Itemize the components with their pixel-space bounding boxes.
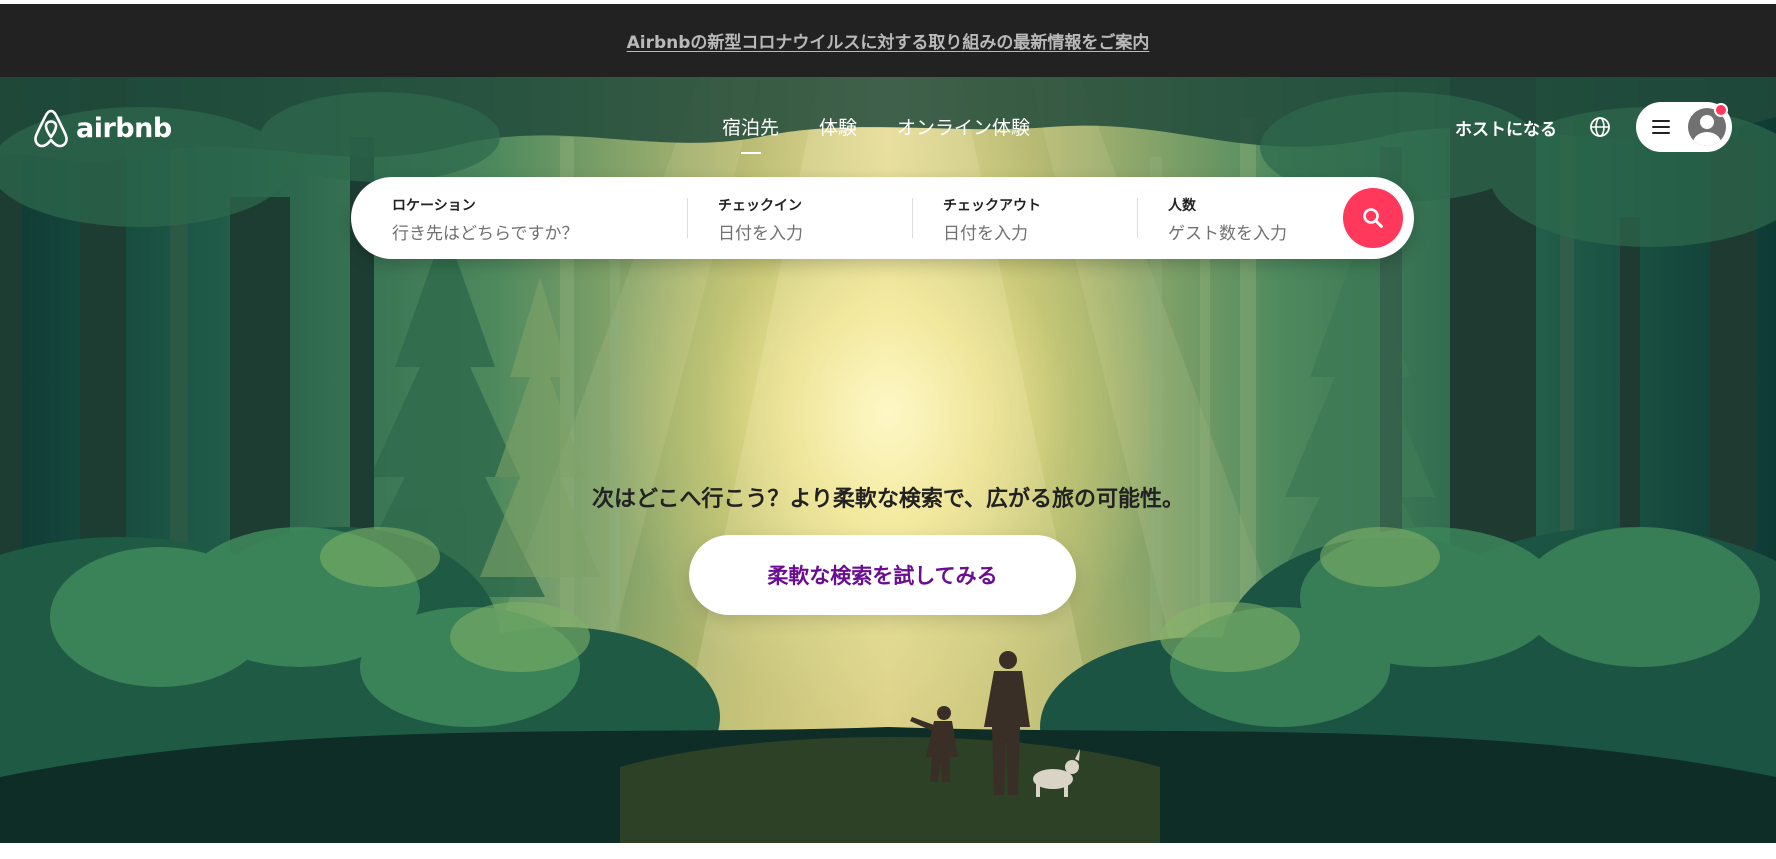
guests-field[interactable]: 人数 ゲスト数を入力	[1138, 177, 1338, 259]
search-button[interactable]	[1343, 188, 1403, 248]
nav-tabs: 宿泊先 体験 オンライン体験	[722, 113, 1030, 154]
tab-stays[interactable]: 宿泊先	[722, 113, 779, 154]
tab-online-experiences[interactable]: オンライン体験	[897, 113, 1030, 140]
covid-info-link[interactable]: Airbnbの新型コロナウイルスに対する取り組みの最新情報をご案内	[627, 28, 1150, 53]
search-bar: ロケーション 行き先はどちらですか？ チェックイン 日付を入力 チェックアウト …	[351, 177, 1414, 259]
covid-banner: Airbnbの新型コロナウイルスに対する取り組みの最新情報をご案内	[0, 0, 1776, 77]
hero-tagline: 次はどこへ行こう？より柔軟な検索で、広がる旅の可能性。	[591, 487, 1185, 512]
notification-dot	[1714, 103, 1728, 117]
airbnb-logo-icon	[34, 109, 68, 148]
guests-placeholder: ゲスト数を入力	[1168, 224, 1287, 244]
checkout-field[interactable]: チェックアウト 日付を入力	[913, 177, 1137, 259]
globe-icon[interactable]	[1589, 116, 1611, 138]
location-placeholder: 行き先はどちらですか？	[392, 224, 579, 244]
flexible-search-button[interactable]: 柔軟な検索を試してみる	[689, 535, 1076, 615]
checkout-label: チェックアウト	[943, 198, 1041, 214]
checkin-field[interactable]: チェックイン 日付を入力	[688, 177, 912, 259]
checkin-label: チェックイン	[718, 198, 802, 214]
tab-experiences[interactable]: 体験	[819, 113, 857, 140]
location-label: ロケーション	[392, 198, 476, 214]
hamburger-icon	[1652, 120, 1670, 134]
hero-section: airbnb 宿泊先 体験 オンライン体験 ホストになる ロケーション 行き先は…	[0, 77, 1776, 843]
checkout-placeholder: 日付を入力	[943, 224, 1028, 244]
logo-text: airbnb	[76, 112, 172, 144]
search-icon	[1363, 208, 1383, 228]
become-host-link[interactable]: ホストになる	[1455, 115, 1557, 140]
airbnb-logo[interactable]: airbnb	[32, 108, 172, 148]
guests-label: 人数	[1168, 198, 1196, 214]
checkin-placeholder: 日付を入力	[718, 224, 803, 244]
location-field[interactable]: ロケーション 行き先はどちらですか？	[351, 177, 687, 259]
